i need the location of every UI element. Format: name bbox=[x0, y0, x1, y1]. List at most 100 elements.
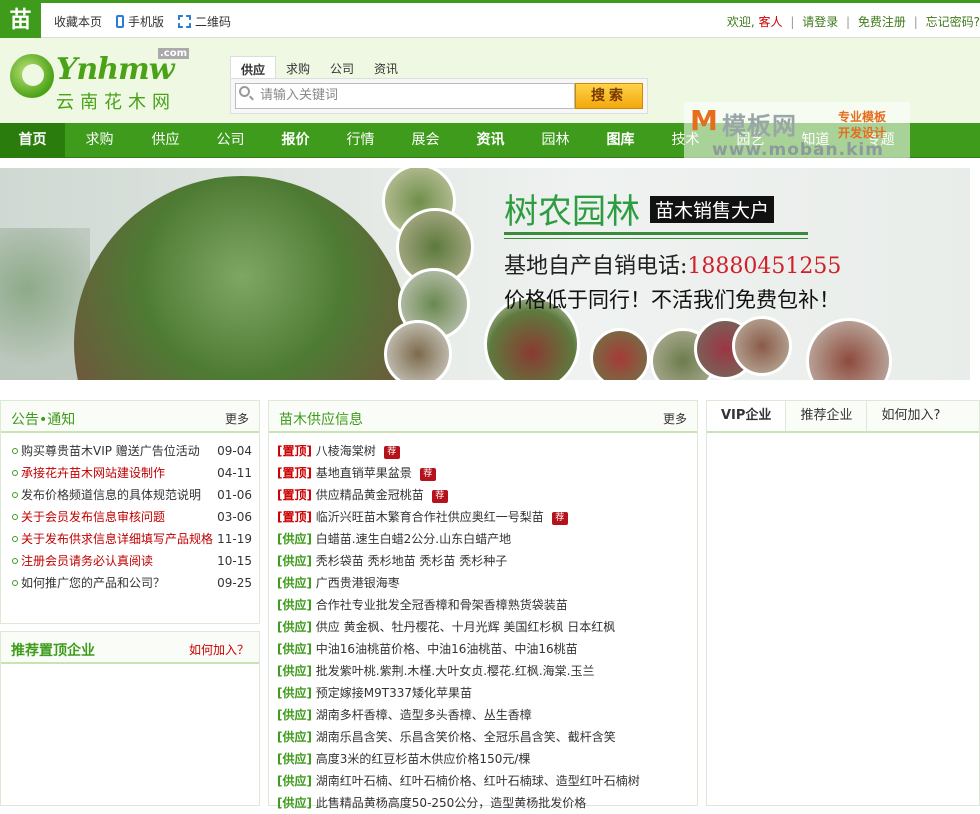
nav-company[interactable]: 公司 bbox=[198, 123, 263, 158]
search-icon bbox=[239, 86, 250, 97]
notice-item[interactable]: 如何推广您的产品和公司？ 09-25 bbox=[1, 572, 259, 594]
supply-more-link[interactable]: 更多 bbox=[663, 410, 687, 427]
supply-item-title[interactable]: 批发紫叶桃.紫荆.木槿.大叶女贞.樱花.红枫.海棠.玉兰 bbox=[312, 664, 595, 678]
supply-item-tag: [置顶] bbox=[277, 488, 312, 502]
supply-item[interactable]: [供应] 白蜡苗.速生白蜡2公分.山东白蜡产地 bbox=[269, 528, 697, 550]
supply-panel: 苗木供应信息 更多 [置顶] 八棱海棠树荐 [置顶] 基地直销苹果盆景荐 [置顶] … bbox=[268, 400, 698, 810]
nav-market[interactable]: 行情 bbox=[328, 123, 393, 158]
banner-title: 树农园林 bbox=[504, 192, 640, 232]
supply-item-tag: [置顶] bbox=[277, 466, 312, 480]
supply-item[interactable]: [供应] 湖南多杆香樟、造型多头香樟、丛生香樟 bbox=[269, 704, 697, 726]
supply-item-title[interactable]: 白蜡苗.速生白蜡2公分.山东白蜡产地 bbox=[312, 532, 511, 546]
supply-item-title[interactable]: 基地直销苹果盆景 bbox=[312, 466, 412, 480]
supply-item-tag: [供应] bbox=[277, 554, 312, 568]
search-button[interactable]: 搜索 bbox=[575, 83, 643, 109]
forgot-password-link[interactable]: 忘记密码? bbox=[926, 15, 980, 29]
supply-item-title[interactable]: 预定嫁接M9T337矮化苹果苗 bbox=[312, 686, 472, 700]
supply-item[interactable]: [供应] 供应 黄金枫、牡丹樱花、十月光辉 美国红杉枫 日本红枫 bbox=[269, 616, 697, 638]
nav-buy[interactable]: 求购 bbox=[67, 123, 132, 158]
notice-item[interactable]: 注册会员请务必认真阅读 10-15 bbox=[1, 550, 259, 572]
supply-item[interactable]: [供应] 合作社专业批发全冠香樟和骨架香樟熟货袋装苗 bbox=[269, 594, 697, 616]
notice-item[interactable]: 关于会员发布信息审核问题 03-06 bbox=[1, 506, 259, 528]
notice-item[interactable]: 发布价格频道信息的具体规范说明 01-06 bbox=[1, 484, 259, 506]
supply-item-title[interactable]: 中油16油桃苗价格、中油16油桃苗、中油16桃苗 bbox=[312, 642, 578, 656]
notice-item-title[interactable]: 购买尊贵苗木VIP 赠送广告位活动 bbox=[21, 444, 200, 458]
notice-item-title[interactable]: 关于会员发布信息审核问题 bbox=[21, 510, 165, 524]
mobile-link[interactable]: 手机版 bbox=[116, 13, 164, 30]
supply-item[interactable]: [置顶] 供应精品黄金冠桃苗荐 bbox=[269, 484, 697, 506]
notice-item-date: 10-15 bbox=[217, 554, 252, 568]
supply-item-title[interactable]: 湖南乐昌含笑、乐昌含笑价格、全冠乐昌含笑、截杆含笑 bbox=[312, 730, 616, 744]
supply-item-title[interactable]: 此售精品黄杨高度50-250公分，造型黄杨批发价格 bbox=[312, 796, 587, 810]
supply-item[interactable]: [供应] 广西贵港银海枣 bbox=[269, 572, 697, 594]
notice-item-title[interactable]: 发布价格频道信息的具体规范说明 bbox=[21, 488, 201, 502]
qrcode-label: 二维码 bbox=[195, 15, 232, 29]
supply-item[interactable]: [供应] 湖南乐昌含笑、乐昌含笑价格、全冠乐昌含笑、截杆含笑 bbox=[269, 726, 697, 748]
notice-header: 公告•通知 更多 bbox=[1, 401, 259, 433]
notice-item-date: 09-25 bbox=[217, 576, 252, 590]
recommend-badge: 荐 bbox=[551, 512, 568, 525]
nav-supply[interactable]: 供应 bbox=[133, 123, 198, 158]
nav-garden[interactable]: 园林 bbox=[523, 123, 588, 158]
notice-more-link[interactable]: 更多 bbox=[225, 410, 249, 427]
notice-item-title[interactable]: 如何推广您的产品和公司？ bbox=[21, 576, 165, 590]
nav-news[interactable]: 资讯 bbox=[458, 123, 523, 158]
vip-panel: VIP企业 推荐企业 如何加入? bbox=[706, 400, 980, 806]
supply-item[interactable]: [供应] 湖南红叶石楠、红叶石楠价格、红叶石楠球、造型红叶石楠树 bbox=[269, 770, 697, 792]
logo-text-en: Ynhmw bbox=[56, 52, 175, 87]
site-logo[interactable]: Ynhmw .com 云南花木网 bbox=[10, 48, 190, 114]
divider: | bbox=[790, 15, 795, 29]
notice-item[interactable]: 承接花卉苗木网站建设制作 04-11 bbox=[1, 462, 259, 484]
notice-item-title[interactable]: 承接花卉苗木网站建设制作 bbox=[21, 466, 165, 480]
supply-item-title[interactable]: 临沂兴旺苗木繁育合作社供应奥红一号梨苗 bbox=[312, 510, 544, 524]
supply-item-title[interactable]: 供应精品黄金冠桃苗 bbox=[312, 488, 424, 502]
supply-item-tag: [供应] bbox=[277, 664, 312, 678]
nav-expo[interactable]: 展会 bbox=[393, 123, 458, 158]
supply-item-tag: [供应] bbox=[277, 686, 312, 700]
supply-item-title[interactable]: 供应 黄金枫、牡丹樱花、十月光辉 美国红杉枫 日本红枫 bbox=[312, 620, 615, 634]
guest-name: 客人 bbox=[758, 15, 783, 29]
qrcode-link[interactable]: 二维码 bbox=[178, 13, 231, 30]
nav-price[interactable]: 报价 bbox=[263, 123, 328, 158]
supply-item[interactable]: [供应] 高度3米的红豆杉苗木供应价格150元/棵 bbox=[269, 748, 697, 770]
bookmark-link[interactable]: 收藏本页 bbox=[54, 13, 102, 30]
supply-item-tag: [置顶] bbox=[277, 444, 312, 458]
register-link[interactable]: 免费注册 bbox=[858, 15, 906, 29]
supply-item[interactable]: [供应] 预定嫁接M9T337矮化苹果苗 bbox=[269, 682, 697, 704]
watermark-url: www.moban.kim bbox=[712, 140, 884, 160]
nav-home[interactable]: 首页 bbox=[0, 123, 65, 158]
nav-gallery[interactable]: 图库 bbox=[588, 123, 653, 158]
vip-tabs: VIP企业 推荐企业 如何加入? bbox=[707, 401, 979, 433]
banner-main-photo bbox=[74, 176, 410, 380]
notice-item-title[interactable]: 注册会员请务必认真阅读 bbox=[21, 554, 153, 568]
supply-item[interactable]: [供应] 秃杉袋苗 秃杉地苗 秃杉苗 秃杉种子 bbox=[269, 550, 697, 572]
supply-item[interactable]: [置顶] 基地直销苹果盆景荐 bbox=[269, 462, 697, 484]
tab-recommended[interactable]: 推荐企业 bbox=[786, 401, 868, 431]
recommend-join-link[interactable]: 如何加入？ bbox=[189, 641, 249, 658]
supply-item-title[interactable]: 高度3米的红豆杉苗木供应价格150元/棵 bbox=[312, 752, 531, 766]
supply-item-title[interactable]: 秃杉袋苗 秃杉地苗 秃杉苗 秃杉种子 bbox=[312, 554, 507, 568]
supply-item-title[interactable]: 湖南多杆香樟、造型多头香樟、丛生香樟 bbox=[312, 708, 532, 722]
supply-item-tag: [供应] bbox=[277, 796, 312, 810]
recommend-badge: 荐 bbox=[419, 468, 436, 481]
supply-item-title[interactable]: 广西贵港银海枣 bbox=[312, 576, 400, 590]
site-mini-logo[interactable]: 苗 bbox=[0, 3, 41, 38]
supply-item-title[interactable]: 八棱海棠树 bbox=[312, 444, 376, 458]
supply-item[interactable]: [供应] 批发紫叶桃.紫荆.木槿.大叶女贞.樱花.红枫.海棠.玉兰 bbox=[269, 660, 697, 682]
supply-item-title[interactable]: 合作社专业批发全冠香樟和骨架香樟熟货袋装苗 bbox=[312, 598, 568, 612]
notice-title: 公告•通知 bbox=[11, 412, 76, 428]
notice-item[interactable]: 购买尊贵苗木VIP 赠送广告位活动 09-04 bbox=[1, 440, 259, 462]
search-input[interactable]: 请输入关键词 bbox=[235, 83, 575, 109]
supply-item[interactable]: [置顶] 临沂兴旺苗木繁育合作社供应奥红一号梨苗荐 bbox=[269, 506, 697, 528]
notice-item[interactable]: 关于发布供求信息详细填写产品规格 11-19 bbox=[1, 528, 259, 550]
notice-item-title[interactable]: 关于发布供求信息详细填写产品规格 bbox=[21, 532, 213, 546]
supply-item[interactable]: [供应] 此售精品黄杨高度50-250公分，造型黄杨批发价格 bbox=[269, 792, 697, 814]
login-link[interactable]: 请登录 bbox=[802, 15, 838, 29]
supply-item-title[interactable]: 湖南红叶石楠、红叶石楠价格、红叶石楠球、造型红叶石楠树 bbox=[312, 774, 640, 788]
supply-item[interactable]: [置顶] 八棱海棠树荐 bbox=[269, 440, 697, 462]
supply-item-tag: [供应] bbox=[277, 774, 312, 788]
tab-how-to-join[interactable]: 如何加入? bbox=[867, 401, 954, 431]
ad-banner[interactable]: 树农园林 苗木销售大户 基地自产自销电话:18880451255 价格低于同行！… bbox=[0, 168, 970, 380]
supply-item[interactable]: [供应] 中油16油桃苗价格、中油16油桃苗、中油16桃苗 bbox=[269, 638, 697, 660]
tab-vip[interactable]: VIP企业 bbox=[707, 401, 787, 431]
